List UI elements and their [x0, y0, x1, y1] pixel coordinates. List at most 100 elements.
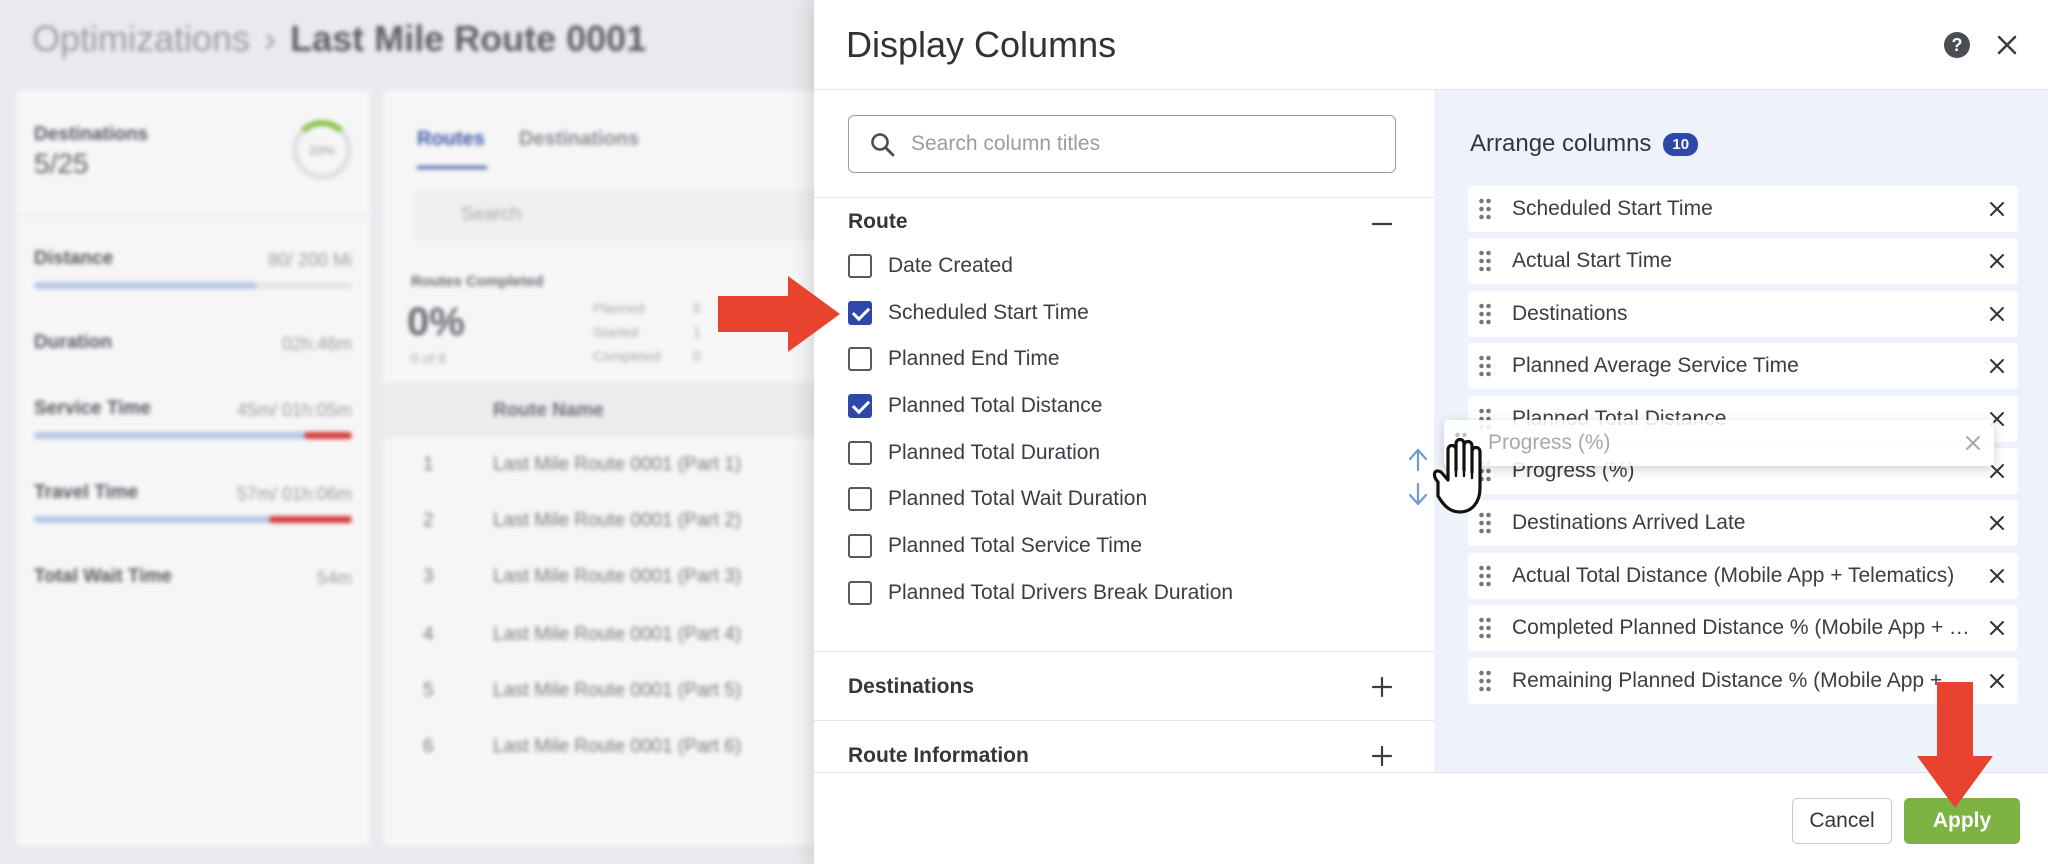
column-option[interactable]: Planned Total Distance	[848, 389, 1102, 423]
column-option[interactable]: Planned Total Duration	[848, 436, 1100, 470]
grab-cursor-icon	[1432, 437, 1482, 514]
help-icon[interactable]: ?	[1944, 32, 1970, 58]
checkbox[interactable]	[848, 487, 872, 511]
column-option-label: Date Created	[888, 254, 1013, 277]
checkbox[interactable]	[848, 254, 872, 278]
column-search-field[interactable]	[848, 115, 1396, 173]
travel-time-label: Travel Time	[34, 482, 139, 503]
arranged-column-item[interactable]: Destinations	[1468, 291, 2018, 337]
distance-value: 80/ 200 Mi	[267, 250, 352, 270]
column-option[interactable]: Planned End Time	[848, 342, 1060, 376]
breadcrumb-parent[interactable]: Optimizations	[32, 18, 250, 59]
remove-column-icon[interactable]	[1986, 303, 2008, 325]
route-row-name[interactable]: Last Mile Route 0001 (Part 5)	[493, 680, 741, 702]
column-option[interactable]: Scheduled Start Time	[848, 296, 1089, 330]
duration-value: 02h:46m	[281, 334, 352, 354]
remove-column-icon[interactable]	[1986, 565, 2008, 587]
breadcrumb-current: Last Mile Route 0001	[290, 18, 647, 59]
column-option[interactable]: Planned Total Drivers Break Duration	[848, 576, 1233, 610]
arranged-column-item[interactable]: Destinations Arrived Late	[1468, 500, 2018, 546]
checkbox[interactable]	[848, 581, 872, 605]
drag-handle-icon[interactable]	[1478, 302, 1492, 326]
legend-planned: Planned	[593, 300, 645, 316]
remove-column-icon[interactable]	[1986, 512, 2008, 534]
legend-completed-value: 0	[693, 348, 701, 364]
column-option[interactable]: Planned Total Wait Duration	[848, 482, 1147, 516]
routes-table-card: Routes Destinations Search Routes Comple…	[383, 90, 853, 846]
distance-bar	[34, 282, 352, 289]
drag-ghost-label: Progress (%)	[1488, 431, 1611, 454]
breadcrumb-separator: ›	[264, 18, 277, 59]
route-row-name[interactable]: Last Mile Route 0001 (Part 2)	[493, 510, 741, 532]
column-option-label: Planned Total Distance	[888, 394, 1103, 417]
column-option-label: Planned Total Drivers Break Duration	[888, 581, 1234, 604]
arranged-column-item[interactable]: Actual Start Time	[1468, 238, 2018, 284]
route-stats-card: Destinations 5/25 20% Distance 80/ 200 M…	[16, 90, 370, 846]
column-option-label: Planned Total Service Time	[888, 534, 1143, 557]
collapse-icon[interactable]	[1370, 212, 1394, 236]
arrange-columns-title: Arrange columns 10	[1470, 130, 1699, 158]
row-number: 4	[423, 624, 434, 645]
tab-destinations[interactable]: Destinations	[519, 128, 639, 151]
arranged-column-label: Destinations	[1512, 302, 1628, 325]
row-number: 2	[423, 510, 434, 531]
row-number: 6	[423, 736, 434, 757]
drag-ghost-item[interactable]: Progress (%)	[1444, 420, 1994, 466]
annotation-arrow-right	[718, 276, 840, 352]
route-row-name[interactable]: Last Mile Route 0001 (Part 3)	[493, 566, 741, 588]
arranged-column-label: Actual Start Time	[1512, 249, 1672, 272]
column-option-label: Planned Total Duration	[888, 441, 1101, 464]
column-option[interactable]: Planned Total Service Time	[848, 529, 1142, 563]
checkbox[interactable]	[848, 441, 872, 465]
arranged-column-label: Scheduled Start Time	[1512, 197, 1713, 220]
service-time-value: 45m/ 01h:05m	[236, 400, 352, 420]
tab-routes[interactable]: Routes	[417, 128, 485, 151]
arranged-column-item[interactable]: Actual Total Distance (Mobile App + Tele…	[1468, 553, 2018, 599]
routes-completed-label: Routes Completed	[411, 273, 544, 290]
arranged-column-label: Remaining Planned Distance % (Mobile App…	[1512, 669, 1974, 692]
service-time-bar	[34, 432, 352, 439]
section-title-route-information[interactable]: Route Information	[848, 744, 1029, 768]
route-row-name[interactable]: Last Mile Route 0001 (Part 6)	[493, 736, 741, 758]
remove-icon	[1966, 436, 1980, 450]
expand-icon[interactable]	[1370, 744, 1394, 768]
arranged-column-item[interactable]: Completed Planned Distance % (Mobile App…	[1468, 605, 2018, 651]
remove-column-icon[interactable]	[1986, 355, 2008, 377]
checkbox[interactable]	[848, 347, 872, 371]
section-title-destinations[interactable]: Destinations	[848, 675, 974, 699]
route-row-name[interactable]: Last Mile Route 0001 (Part 4)	[493, 624, 741, 646]
column-option[interactable]: Date Created	[848, 249, 1013, 283]
arranged-column-label: Completed Planned Distance % (Mobile App…	[1512, 616, 1974, 639]
checkbox-checked[interactable]	[848, 301, 872, 325]
arranged-column-label: Planned Average Service Time	[1512, 354, 1799, 377]
drag-handle-icon[interactable]	[1478, 249, 1492, 273]
remove-column-icon[interactable]	[1986, 617, 2008, 639]
remove-column-icon[interactable]	[1986, 250, 2008, 272]
drag-handle-icon[interactable]	[1478, 616, 1492, 640]
row-number: 1	[423, 454, 434, 475]
travel-time-value: 57m/ 01h:06m	[236, 484, 352, 504]
distance-label: Distance	[34, 248, 114, 269]
cancel-button[interactable]: Cancel	[1792, 798, 1892, 844]
column-option-label: Planned Total Wait Duration	[888, 487, 1148, 510]
drag-handle-icon[interactable]	[1478, 564, 1492, 588]
expand-icon[interactable]	[1370, 675, 1394, 699]
section-title-route[interactable]: Route	[848, 210, 908, 234]
arranged-column-item[interactable]: Scheduled Start Time	[1468, 186, 2018, 232]
move-up-down-icon	[1408, 448, 1428, 506]
routes-search-input[interactable]: Search	[413, 190, 853, 240]
checkbox-checked[interactable]	[848, 394, 872, 418]
close-icon[interactable]	[1990, 28, 2024, 62]
panel-title: Display Columns	[846, 24, 1117, 65]
column-search-input[interactable]	[911, 128, 1371, 160]
column-option-label: Planned End Time	[888, 347, 1060, 370]
drag-handle-icon[interactable]	[1478, 354, 1492, 378]
route-row-name[interactable]: Last Mile Route 0001 (Part 1)	[493, 454, 741, 476]
remove-column-icon[interactable]	[1986, 198, 2008, 220]
column-count-badge: 10	[1663, 132, 1699, 156]
route-name-header[interactable]: Route Name	[493, 400, 604, 422]
drag-handle-icon[interactable]	[1478, 197, 1492, 221]
drag-handle-icon[interactable]	[1478, 669, 1492, 693]
arranged-column-item[interactable]: Planned Average Service Time	[1468, 343, 2018, 389]
checkbox[interactable]	[848, 534, 872, 558]
